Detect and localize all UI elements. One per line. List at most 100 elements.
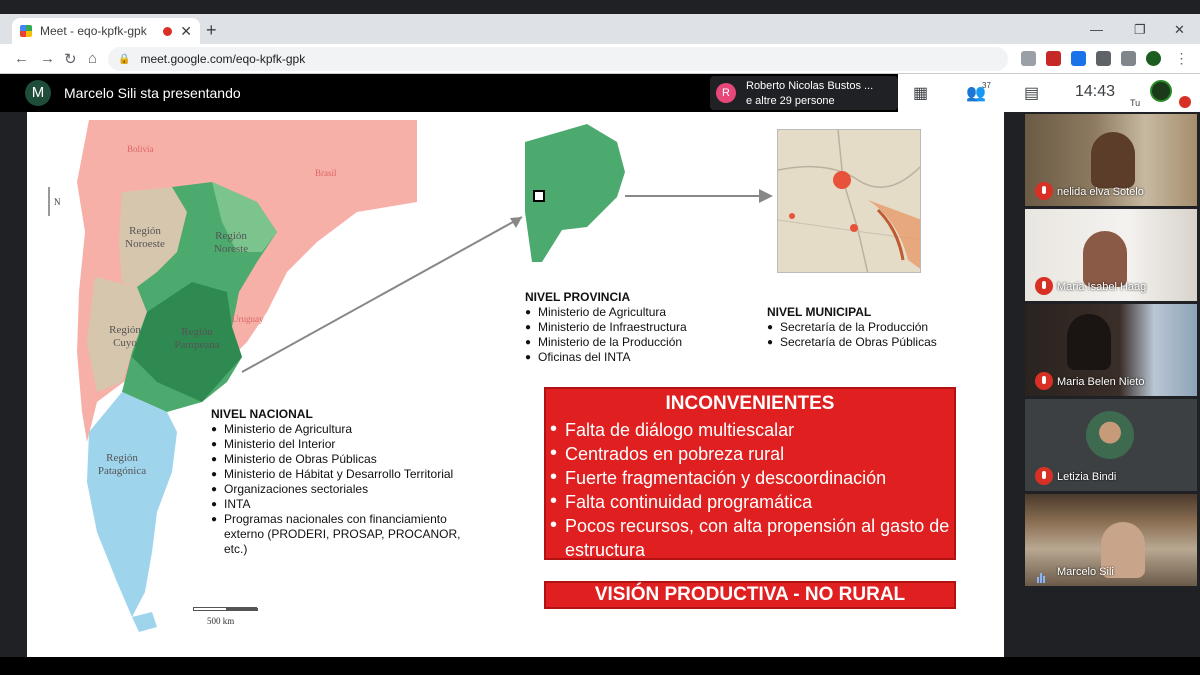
tab-title: Meet - eqo-kpfk-gpk [40,24,147,38]
chat-icon[interactable]: ▤ [1024,83,1039,103]
meeting-clock: 14:43 [1075,83,1116,100]
list-item: Secretaría de la Producción [767,320,967,335]
region-label-noroeste: Región Noroeste [125,225,165,250]
participant-tile[interactable]: Letizia Bindi [1025,399,1197,491]
list-item: Organizaciones sectoriales [211,482,481,497]
nivel-nacional-title: NIVEL NACIONAL [211,407,313,421]
extension-icon[interactable] [1021,51,1036,66]
muted-mic-icon [1035,277,1053,295]
list-item: Pocos recursos, con alta propensión al g… [550,513,954,562]
url-text: meet.google.com/eqo-kpfk-gpk [140,52,306,66]
participant-video-figure [1091,132,1135,188]
municipality-marker [533,190,545,202]
minimize-button[interactable]: — [1090,22,1103,37]
meet-bottom-edge [0,657,1200,675]
map-scale-bar [193,607,258,611]
list-item: Ministerio del Interior [211,437,481,452]
participant-tile[interactable]: Maria Isabel Haag [1025,209,1197,301]
inconvenientes-box: INCONVENIENTES Falta de diálogo multiesc… [544,387,956,560]
participant-video-figure [1083,231,1127,287]
list-item: Fuerte fragmentación y descoordinación [550,465,954,490]
back-button[interactable]: ← [14,50,29,67]
lock-icon: 🔒 [118,53,131,65]
meet-controls: ▦ 👥 37 ▤ 14:43 Tu [898,74,1200,112]
profile-avatar-icon[interactable] [1146,51,1161,66]
country-label-brasil: Brasil [315,168,337,178]
participant-tile[interactable]: Maria Belen Nieto [1025,304,1197,396]
presented-slide: N Bolivia Brasil Uruguay Región Noroeste… [27,112,1004,657]
meet-favicon-icon [20,25,32,37]
meet-top-bar: M Marcelo Sili sta presentando R Roberto… [0,74,1200,112]
region-label-cuyo: Región Cuyo [109,324,141,349]
self-avatar [1150,80,1172,102]
list-item: Ministerio de la Producción [525,335,725,350]
participant-tile[interactable]: Marcelo Sili [1025,494,1197,586]
muted-mic-icon [1035,372,1053,390]
list-item: Ministerio de Infraestructura [525,320,725,335]
tab-close-icon[interactable]: ✕ [180,23,192,40]
region-label-noreste: Región Noreste [213,230,249,255]
restore-button[interactable]: ❐ [1134,22,1146,38]
menu-kebab-icon[interactable]: ⋮ [1174,51,1189,66]
list-item: Programas nacionales con financiamiento … [211,512,476,557]
recording-indicator-icon [163,26,173,36]
list-item: Falta de diálogo multiescalar [550,417,954,442]
pdf-extension-icon[interactable] [1046,51,1061,66]
list-item: Ministerio de Hábitat y Desarrollo Terri… [211,467,481,482]
presenter-avatar: M [25,80,51,106]
nivel-municipal-title: NIVEL MUNICIPAL [767,305,872,319]
inconvenientes-list: Falta de diálogo multiescalar Centrados … [550,417,954,562]
map-north-label: N [54,197,61,207]
list-item: Falta continuidad programática [550,489,954,514]
active-speaker-pill[interactable]: R Roberto Nicolas Bustos ... e altre 29 … [710,76,898,110]
extension-icon[interactable] [1096,51,1111,66]
country-label-bolivia: Bolivia [127,144,154,154]
participant-name: Maria Isabel Haag [1057,281,1147,293]
close-window-button[interactable]: ✕ [1174,22,1185,38]
address-bar-row: ← → ↻ ⌂ 🔒 meet.google.com/eqo-kpfk-gpk ⋮ [0,44,1200,74]
vision-banner: VISIÓN PRODUCTIVA - NO RURAL [544,581,956,609]
map-scale-label: 500 km [207,616,235,626]
speaking-indicator-icon [1037,565,1049,583]
participant-avatar [1086,411,1134,459]
self-muted-icon [1179,96,1191,108]
nivel-municipal-list: Secretaría de la Producción Secretaría d… [767,320,967,350]
participant-tile[interactable]: nelida elva Sotelo [1025,114,1197,206]
layout-grid-icon[interactable]: ▦ [913,83,928,103]
presenting-status: Marcelo Sili sta presentando [64,85,241,101]
participant-video-figure [1067,314,1111,370]
participant-sidebar: nelida elva Sotelo Maria Isabel Haag Mar… [1004,112,1200,657]
list-item: Ministerio de Obras Públicas [211,452,481,467]
region-label-patagonica: Región Patagónica [97,452,147,477]
list-item: Oficinas del INTA [525,350,725,365]
browser-tab-bar: Meet - eqo-kpfk-gpk ✕ + — ❐ ✕ [0,0,1200,44]
region-label-pampeana: Región Pampeana [174,326,220,351]
arrow-head-municipal [759,189,773,203]
puzzle-extensions-icon[interactable] [1121,51,1136,66]
new-tab-button[interactable]: + [206,20,217,41]
municipal-map-image [777,129,921,273]
people-count: 37 [982,81,991,90]
d-extension-icon[interactable] [1071,51,1086,66]
list-item: Ministerio de Agricultura [211,422,481,437]
country-label-uruguay: Uruguay [232,314,264,324]
patagonia-south-shape [132,612,157,632]
reload-button[interactable]: ↻ [64,50,77,68]
muted-mic-icon [1035,182,1053,200]
municipal-map-graphics [778,130,920,272]
participant-others: e altre 29 persone [746,95,835,107]
list-item: INTA [211,497,481,512]
self-label: Tu [1130,98,1141,108]
home-button[interactable]: ⌂ [88,50,97,67]
browser-tab[interactable]: Meet - eqo-kpfk-gpk ✕ [12,18,200,44]
participant-name: nelida elva Sotelo [1057,186,1144,198]
url-input[interactable]: 🔒 meet.google.com/eqo-kpfk-gpk [108,47,1008,71]
muted-mic-icon [1035,467,1053,485]
nivel-nacional-list: Ministerio de Agricultura Ministerio del… [211,422,481,557]
participant-name: Roberto Nicolas Bustos ... [746,80,874,92]
inconvenientes-title: INCONVENIENTES [665,393,835,414]
forward-button[interactable]: → [40,50,55,67]
nivel-provincia-list: Ministerio de Agricultura Ministerio de … [525,305,725,365]
list-item: Ministerio de Agricultura [525,305,725,320]
participant-avatar: R [716,83,736,103]
